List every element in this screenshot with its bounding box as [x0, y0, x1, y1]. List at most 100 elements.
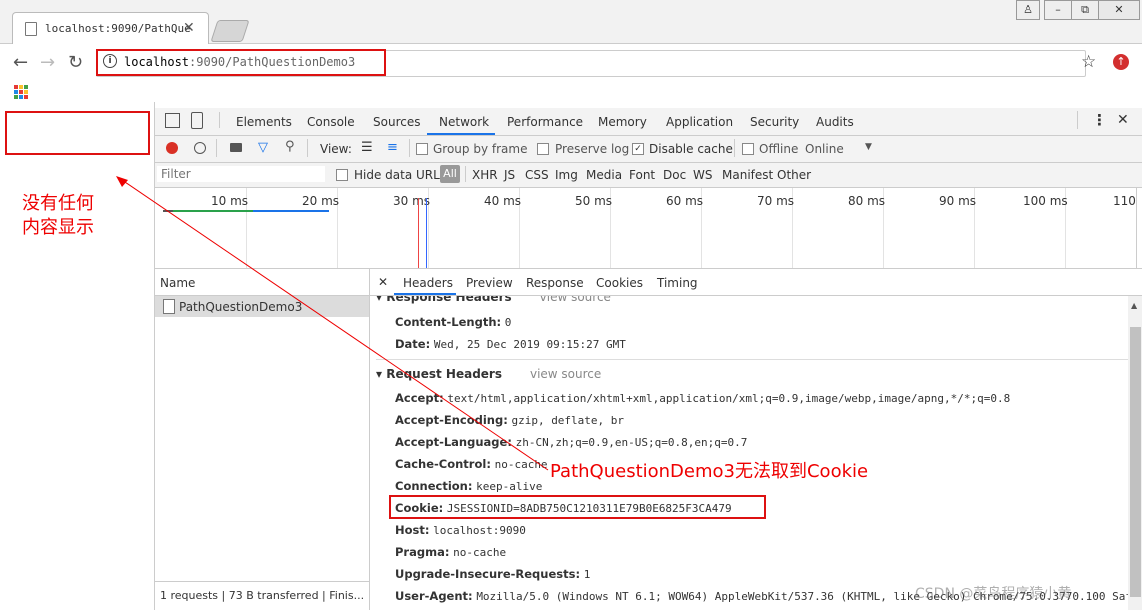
filter-xhr[interactable]: XHR	[472, 168, 498, 182]
tab-elements[interactable]: Elements	[236, 115, 292, 129]
header-row: Cache-Control: no-cache	[395, 457, 548, 471]
filter-doc[interactable]: Doc	[663, 168, 686, 182]
cookie-highlight-box	[389, 495, 766, 519]
tab-console[interactable]: Console	[307, 115, 355, 129]
filter-input[interactable]	[157, 166, 325, 182]
tick-label: 60 ms	[666, 194, 704, 208]
disable-cache-label: Disable cache	[649, 142, 733, 156]
filter-media[interactable]: Media	[586, 168, 622, 182]
divider	[216, 139, 217, 157]
offline-label: Offline	[759, 142, 799, 156]
filter-other[interactable]: Other	[777, 168, 811, 182]
header-row: Host: localhost:9090	[395, 523, 526, 537]
response-headers-section[interactable]: ▾ Response Headers view source	[376, 296, 611, 304]
chevron-down-icon[interactable]: ▼	[865, 142, 872, 152]
header-row: Date: Wed, 25 Dec 2019 09:15:27 GMT	[395, 337, 626, 351]
tick-label: 50 ms	[575, 194, 613, 208]
maximize-button[interactable]: ⧉	[1071, 0, 1099, 20]
throttling-select[interactable]: Online	[805, 142, 844, 156]
tab-memory[interactable]: Memory	[598, 115, 647, 129]
tick-label: 110	[1113, 194, 1136, 208]
tick-label: 70 ms	[757, 194, 795, 208]
tick-label: 100 ms	[1023, 194, 1068, 208]
request-bar-download	[253, 210, 329, 212]
watermark: CSDN @菜鸟程序猿小黄	[915, 586, 1072, 602]
scroll-up-icon[interactable]: ▲	[1131, 301, 1137, 310]
browser-tab[interactable]: localhost:9090/PathQue ✕	[12, 12, 209, 45]
tab-response[interactable]: Response	[526, 276, 584, 290]
filter-img[interactable]: Img	[555, 168, 578, 182]
view-label: View:	[320, 142, 352, 156]
url-highlight-box	[96, 49, 386, 76]
timeline-overview[interactable]: 10 ms 20 ms 30 ms 40 ms 50 ms 60 ms 70 m…	[155, 188, 1142, 269]
offline-checkbox[interactable]	[742, 143, 754, 155]
filter-js[interactable]: JS	[504, 168, 515, 182]
tab-security[interactable]: Security	[750, 115, 799, 129]
hide-data-urls-checkbox[interactable]	[336, 169, 348, 181]
group-by-frame-checkbox[interactable]	[416, 143, 428, 155]
close-window-button[interactable]: ✕	[1098, 0, 1140, 20]
divider	[409, 139, 410, 157]
tab-network[interactable]: Network	[439, 115, 489, 129]
filter-css[interactable]: CSS	[525, 168, 549, 182]
more-options-icon[interactable]: ⋮	[1092, 111, 1107, 129]
request-headers-section[interactable]: ▾ Request Headers view source	[376, 367, 601, 381]
preserve-log-checkbox[interactable]	[537, 143, 549, 155]
tab-sources[interactable]: Sources	[373, 115, 420, 129]
disable-cache-checkbox[interactable]: ✓	[632, 143, 644, 155]
search-icon[interactable]: ⚲	[285, 139, 295, 154]
back-icon[interactable]: ←	[13, 52, 28, 73]
waterfall-icon[interactable]: ≡	[387, 140, 398, 155]
filter-funnel-icon[interactable]: ▽	[258, 140, 268, 155]
reload-icon[interactable]: ↻	[68, 52, 83, 73]
load-event-marker	[418, 198, 419, 268]
tab-application[interactable]: Application	[666, 115, 733, 129]
active-detail-tab-indicator	[394, 293, 456, 295]
tab-audits[interactable]: Audits	[816, 115, 854, 129]
preserve-log-label: Preserve log	[555, 142, 630, 156]
tab-cookies[interactable]: Cookies	[596, 276, 643, 290]
group-by-frame-label: Group by frame	[433, 142, 528, 156]
header-row: Upgrade-Insecure-Requests: 1	[395, 567, 591, 581]
device-toolbar-icon[interactable]	[191, 112, 203, 129]
bookmark-star-icon[interactable]: ☆	[1081, 52, 1096, 72]
filter-all[interactable]: All	[440, 165, 460, 183]
filter-manifest[interactable]: Manifest	[722, 168, 773, 182]
tab-timing[interactable]: Timing	[657, 276, 698, 290]
tab-headers[interactable]: Headers	[403, 276, 453, 290]
divider	[1077, 111, 1078, 129]
request-name[interactable]: PathQuestionDemo3	[179, 300, 302, 314]
tick-label: 80 ms	[848, 194, 886, 208]
close-devtools-icon[interactable]: ✕	[1117, 112, 1129, 128]
tick-label: 90 ms	[939, 194, 977, 208]
clear-icon[interactable]	[194, 142, 206, 154]
filter-ws[interactable]: WS	[693, 168, 712, 182]
tab-preview[interactable]: Preview	[466, 276, 513, 290]
tick-label: 20 ms	[302, 194, 340, 208]
large-rows-icon[interactable]: ☰	[361, 140, 373, 155]
minimize-button[interactable]: –	[1044, 0, 1072, 20]
screenshot-camera-icon[interactable]	[230, 143, 242, 152]
user-icon[interactable]: ♙	[1016, 0, 1040, 20]
close-tab-icon[interactable]: ✕	[183, 20, 195, 36]
close-detail-icon[interactable]: ✕	[378, 275, 388, 289]
request-detail-pane: ✕ Headers Preview Response Cookies Timin…	[370, 269, 1142, 610]
bookmarks-bar	[0, 80, 1142, 102]
dom-content-loaded-marker	[426, 198, 427, 268]
page-viewport	[0, 102, 154, 610]
header-row: Accept: text/html,application/xhtml+xml,…	[395, 391, 1011, 405]
record-icon[interactable]	[166, 142, 178, 154]
no-content-annotation: 没有任何 内容显示	[22, 193, 94, 238]
scrollbar-thumb[interactable]	[1130, 327, 1141, 597]
extension-icon[interactable]: ↑	[1113, 54, 1129, 70]
inspect-icon[interactable]	[165, 113, 180, 128]
tab-performance[interactable]: Performance	[507, 115, 583, 129]
empty-content-box	[5, 111, 150, 155]
headers-scroll-area[interactable]: ▾ Response Headers view source Content-Le…	[370, 296, 1128, 610]
name-column-header[interactable]: Name	[160, 276, 195, 290]
status-bar: 1 requests | 73 B transferred | Finis...	[160, 589, 365, 602]
forward-icon[interactable]: →	[40, 52, 55, 73]
divider	[219, 112, 220, 128]
filter-font[interactable]: Font	[629, 168, 655, 182]
apps-icon[interactable]	[14, 85, 28, 99]
